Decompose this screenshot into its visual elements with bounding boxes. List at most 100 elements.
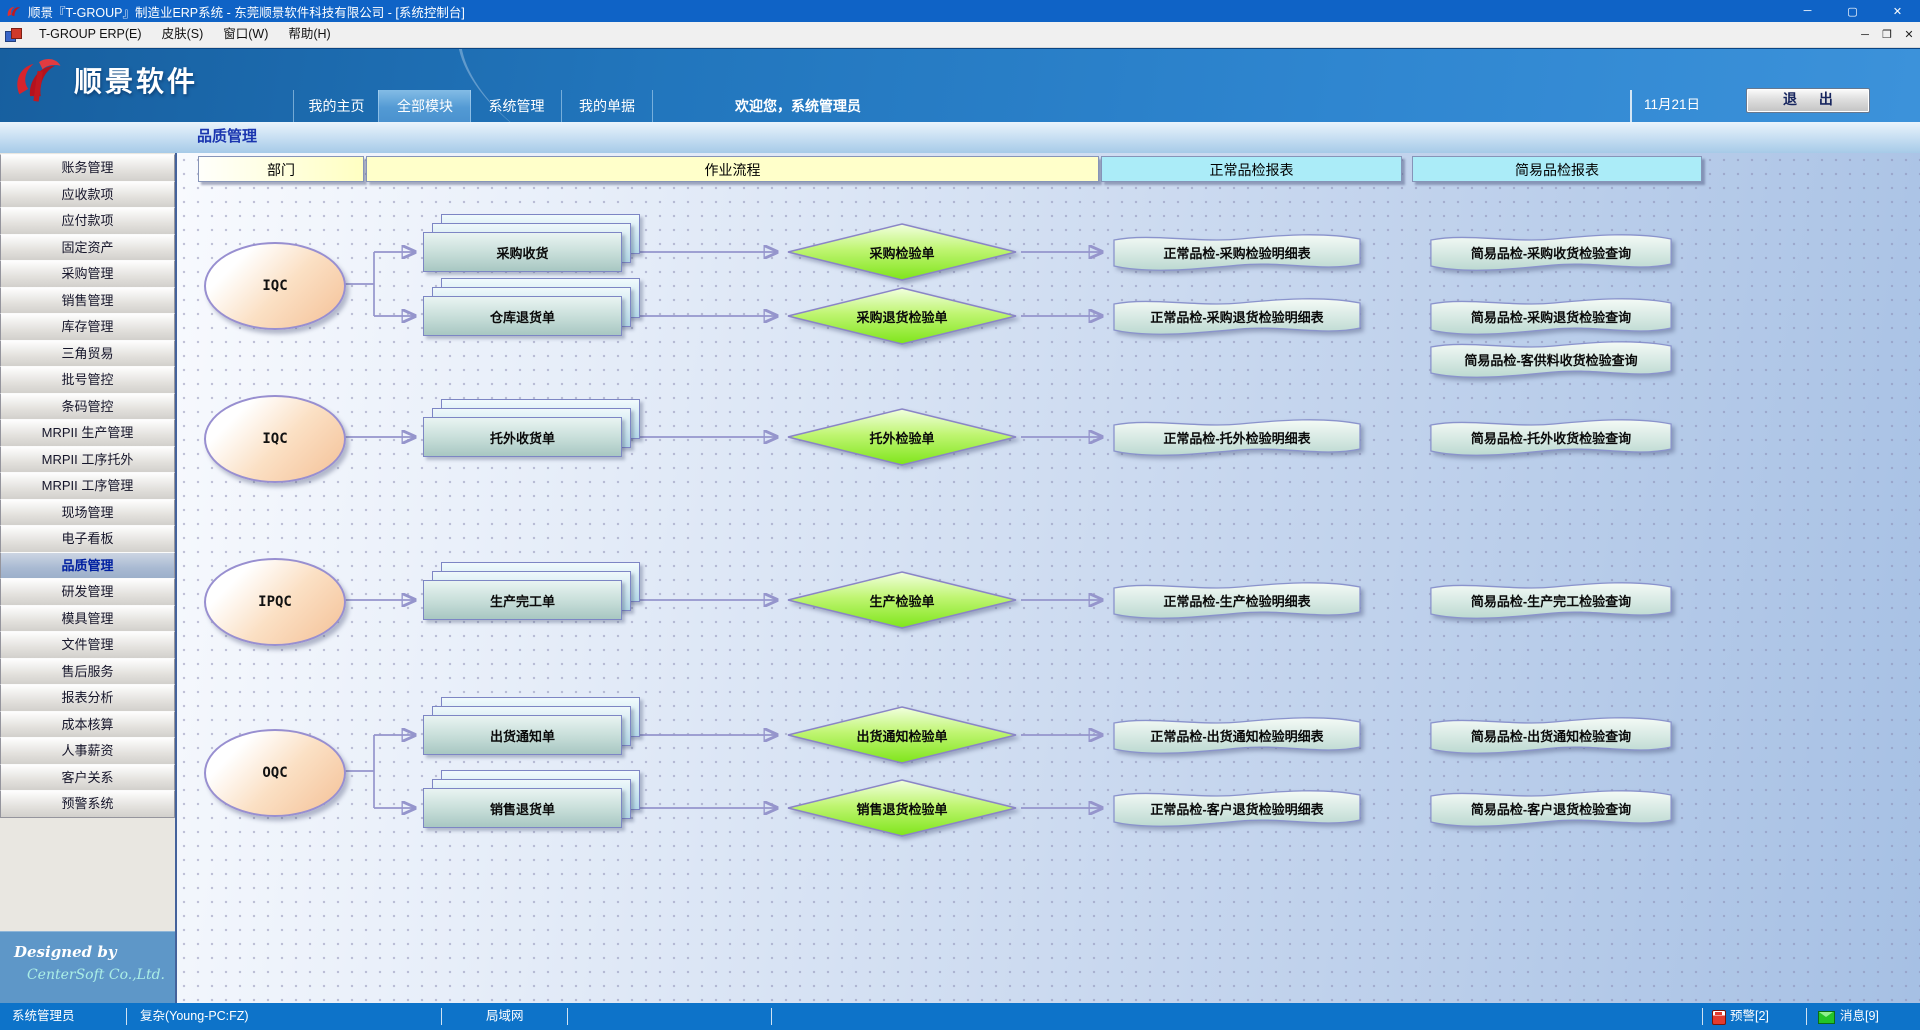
report-node-simple[interactable]: 简易品检-生产完工检验查询 [1427, 578, 1675, 622]
check-node[interactable]: 生产检验单 [785, 570, 1019, 630]
designed-by-panel: Designed by CenterSoft Co.,Ltd. [0, 931, 175, 1003]
welcome-text: 欢迎您，系统管理员 [735, 90, 861, 122]
check-node[interactable]: 销售退货检验单 [785, 778, 1019, 838]
sidebar-item-alert-system[interactable]: 预警系统 [0, 790, 175, 818]
report-node-label: 简易品检-托外收货检验查询 [1427, 415, 1675, 459]
doc-node[interactable]: 销售退货单 [423, 788, 622, 828]
sidebar-item-kanban[interactable]: 电子看板 [0, 525, 175, 553]
doc-node-label: 出货通知单 [424, 716, 621, 754]
sidebar-item-mrp2-outsourcing[interactable]: MRPII 工序托外 [0, 446, 175, 474]
mdi-restore-icon[interactable]: ❐ [1876, 28, 1898, 41]
sidebar-item-mrp2-process[interactable]: MRPII 工序管理 [0, 472, 175, 500]
sidebar-item-quality[interactable]: 品质管理 [0, 552, 175, 580]
report-node-simple[interactable]: 简易品检-客供料收货检验查询 [1427, 337, 1675, 381]
sidebar-item-purchasing[interactable]: 采购管理 [0, 260, 175, 288]
report-node-label: 正常品检-采购检验明细表 [1110, 230, 1364, 274]
mdi-minimize-icon[interactable]: ─ [1854, 29, 1876, 41]
status-bar: 系统管理员 复杂(Young-PC:FZ) 局域网 预警[2] 消息[9] [0, 1003, 1920, 1030]
check-node-label: 托外检验单 [785, 407, 1019, 467]
window-title: 顺景『T-GROUP』制造业ERP系统 - 东莞顺景软件科技有限公司 - [系统… [28, 2, 1785, 21]
doc-node[interactable]: 出货通知单 [423, 715, 622, 755]
dept-node-iqc-2[interactable]: IQC [204, 395, 346, 483]
menu-item-help[interactable]: 帮助(H) [278, 22, 340, 47]
sidebar-item-fixed-assets[interactable]: 固定资产 [0, 234, 175, 262]
status-alerts[interactable]: 预警[2] [1730, 1003, 1769, 1030]
check-node-label: 采购检验单 [785, 222, 1019, 282]
maximize-icon[interactable]: ▢ [1830, 0, 1875, 22]
doc-node[interactable]: 托外收货单 [423, 417, 622, 457]
dept-node-oqc[interactable]: OQC [204, 729, 346, 817]
sidebar-item-crm[interactable]: 客户关系 [0, 764, 175, 792]
exit-button[interactable]: 退 出 [1746, 88, 1870, 113]
report-node-normal[interactable]: 正常品检-托外检验明细表 [1110, 415, 1364, 459]
sidebar-item-accounting[interactable]: 账务管理 [0, 154, 175, 182]
menu-item-window[interactable]: 窗口(W) [213, 22, 278, 47]
sidebar-item-rnd[interactable]: 研发管理 [0, 578, 175, 606]
sidebar-item-after-sales[interactable]: 售后服务 [0, 658, 175, 686]
check-node[interactable]: 托外检验单 [785, 407, 1019, 467]
report-node-normal[interactable]: 正常品检-出货通知检验明细表 [1110, 713, 1364, 757]
app-logo-icon [6, 4, 21, 19]
sidebar-item-triangle-trade[interactable]: 三角贸易 [0, 340, 175, 368]
doc-node[interactable]: 仓库退货单 [423, 296, 622, 336]
sidebar-item-document[interactable]: 文件管理 [0, 631, 175, 659]
menu-item-tgroup-erp[interactable]: T-GROUP ERP(E) [29, 22, 152, 47]
tab-system-admin[interactable]: 系统管理 [470, 90, 562, 122]
report-node-normal[interactable]: 正常品检-采购退货检验明细表 [1110, 294, 1364, 338]
status-user: 系统管理员 [12, 1003, 75, 1030]
doc-node[interactable]: 生产完工单 [423, 580, 622, 620]
dept-node-iqc-1[interactable]: IQC [204, 242, 346, 330]
report-node-simple[interactable]: 简易品检-采购退货检验查询 [1427, 294, 1675, 338]
sidebar-item-hr-payroll[interactable]: 人事薪资 [0, 737, 175, 765]
report-node-label: 简易品检-出货通知检验查询 [1427, 713, 1675, 757]
sidebar-item-receivables[interactable]: 应收款项 [0, 181, 175, 209]
flowchart-canvas: 部门 作业流程 正常品检报表 简易品检报表 IQC IQC IPQC OQC 采… [175, 153, 1920, 1003]
sidebar-item-mrp2-production[interactable]: MRPII 生产管理 [0, 419, 175, 447]
doc-node[interactable]: 采购收货 [423, 232, 622, 272]
column-header-normal-reports: 正常品检报表 [1101, 156, 1402, 182]
tab-all-modules[interactable]: 全部模块 [378, 90, 471, 122]
report-node-simple[interactable]: 简易品检-客户退货检验查询 [1427, 786, 1675, 830]
report-node-label: 简易品检-客供料收货检验查询 [1427, 337, 1675, 381]
check-node[interactable]: 出货通知检验单 [785, 705, 1019, 765]
mdi-window-controls: ─ ❐ ✕ [1854, 28, 1920, 41]
alert-icon [1712, 1010, 1726, 1025]
dept-node-ipqc[interactable]: IPQC [204, 558, 346, 646]
column-header-workflow: 作业流程 [366, 156, 1099, 182]
status-separator [771, 1008, 772, 1025]
sidebar-item-barcode-control[interactable]: 条码管控 [0, 393, 175, 421]
menu-item-skin[interactable]: 皮肤(S) [152, 22, 214, 47]
status-separator [126, 1008, 127, 1025]
status-messages[interactable]: 消息[9] [1840, 1003, 1879, 1030]
report-node-simple[interactable]: 简易品检-托外收货检验查询 [1427, 415, 1675, 459]
report-node-simple[interactable]: 简易品检-采购收货检验查询 [1427, 230, 1675, 274]
tab-my-home[interactable]: 我的主页 [293, 90, 379, 122]
status-network: 局域网 [486, 1003, 524, 1030]
report-node-simple[interactable]: 简易品检-出货通知检验查询 [1427, 713, 1675, 757]
sidebar-item-lot-control[interactable]: 批号管控 [0, 366, 175, 394]
module-sidebar: 账务管理 应收款项 应付款项 固定资产 采购管理 销售管理 库存管理 三角贸易 … [0, 153, 175, 1003]
doc-node-label: 托外收货单 [424, 418, 621, 456]
minimize-icon[interactable]: ─ [1785, 0, 1830, 22]
doc-node-label: 仓库退货单 [424, 297, 621, 335]
check-node[interactable]: 采购检验单 [785, 222, 1019, 282]
check-node[interactable]: 采购退货检验单 [785, 286, 1019, 346]
sidebar-item-sales[interactable]: 销售管理 [0, 287, 175, 315]
sidebar-item-inventory[interactable]: 库存管理 [0, 313, 175, 341]
column-header-department: 部门 [198, 156, 364, 182]
report-node-normal[interactable]: 正常品检-客户退货检验明细表 [1110, 786, 1364, 830]
report-node-normal[interactable]: 正常品检-生产检验明细表 [1110, 578, 1364, 622]
close-icon[interactable]: ✕ [1875, 0, 1920, 22]
sidebar-item-report-analysis[interactable]: 报表分析 [0, 684, 175, 712]
report-node-normal[interactable]: 正常品检-采购检验明细表 [1110, 230, 1364, 274]
check-node-label: 生产检验单 [785, 570, 1019, 630]
sidebar-item-costing[interactable]: 成本核算 [0, 711, 175, 739]
sidebar-item-payables[interactable]: 应付款项 [0, 207, 175, 235]
sidebar-item-shopfloor[interactable]: 现场管理 [0, 499, 175, 527]
sidebar-item-mold[interactable]: 模具管理 [0, 605, 175, 633]
tab-my-documents[interactable]: 我的单据 [561, 90, 653, 122]
check-node-label: 出货通知检验单 [785, 705, 1019, 765]
designed-by-text: Designed by [14, 943, 175, 961]
header-date: 11月21日 [1630, 90, 1700, 122]
mdi-close-icon[interactable]: ✕ [1898, 28, 1920, 41]
